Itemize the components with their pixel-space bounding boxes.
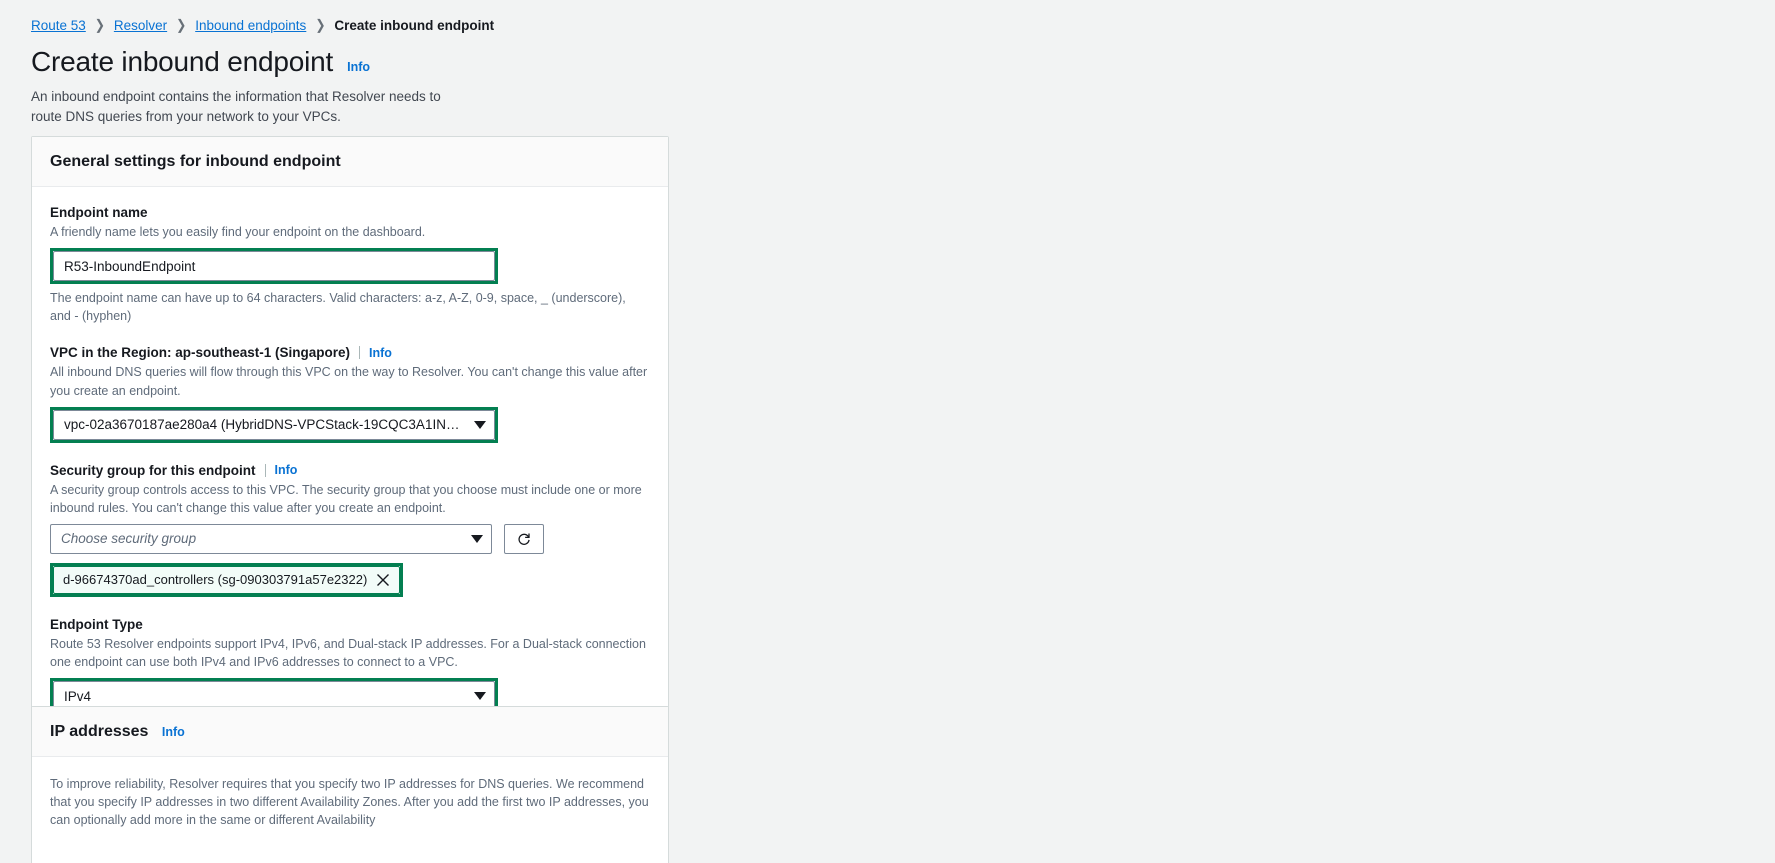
breadcrumb-item-resolver[interactable]: Resolver: [114, 18, 167, 33]
label-separator: [359, 346, 361, 360]
breadcrumb: Route 53 ❯ Resolver ❯ Inbound endpoints …: [0, 0, 1775, 34]
page-header: Create inbound endpoint Info An inbound …: [0, 34, 1775, 126]
endpoint-type-label-row: Endpoint Type: [50, 617, 650, 632]
chevron-down-icon: [471, 534, 483, 543]
chevron-down-icon: [474, 692, 486, 701]
endpoint-type-description: Route 53 Resolver endpoints support IPv4…: [50, 636, 646, 669]
vpc-description: All inbound DNS queries will flow throug…: [50, 365, 648, 398]
security-group-field: Security group for this endpoint Info A …: [50, 463, 650, 597]
breadcrumb-separator-icon: ❯: [176, 16, 187, 34]
ip-addresses-card-header: IP addresses Info: [32, 707, 668, 757]
general-settings-card-header: General settings for inbound endpoint: [32, 137, 668, 187]
breadcrumb-separator-icon: ❯: [315, 16, 326, 34]
create-inbound-endpoint-page: Route 53 ❯ Resolver ❯ Inbound endpoints …: [0, 0, 1775, 863]
endpoint-name-highlight: R53-InboundEndpoint: [50, 248, 498, 285]
vpc-field: VPC in the Region: ap-southeast-1 (Singa…: [50, 345, 650, 443]
security-group-refresh-button[interactable]: [504, 523, 544, 554]
endpoint-name-constraint: The endpoint name can have up to 64 char…: [50, 291, 626, 324]
security-group-description: A security group controls access to this…: [50, 482, 642, 515]
chevron-down-icon: [474, 420, 486, 429]
security-group-token[interactable]: d-96674370ad_controllers (sg-090303791a5…: [53, 565, 401, 594]
breadcrumb-item-inbound-endpoints[interactable]: Inbound endpoints: [195, 18, 306, 33]
breadcrumb-item-route-53[interactable]: Route 53: [31, 18, 86, 33]
ip-addresses-info-link[interactable]: Info: [162, 725, 185, 739]
endpoint-name-input[interactable]: R53-InboundEndpoint: [53, 251, 495, 282]
vpc-highlight: vpc-02a3670187ae280a4 (HybridDNS-VPCStac…: [50, 406, 498, 443]
page-title-info-link[interactable]: Info: [347, 60, 370, 74]
page-description: An inbound endpoint contains the informa…: [31, 89, 441, 124]
security-group-select-placeholder: Choose security group: [61, 531, 197, 547]
ip-addresses-card: IP addresses Info To improve reliability…: [31, 706, 669, 863]
security-group-info-link[interactable]: Info: [275, 463, 298, 477]
label-separator: [264, 463, 266, 477]
close-icon[interactable]: [376, 573, 390, 587]
endpoint-name-label: Endpoint name: [50, 205, 148, 220]
security-group-label: Security group for this endpoint: [50, 462, 256, 478]
vpc-select-value: vpc-02a3670187ae280a4 (HybridDNS-VPCStac…: [64, 417, 466, 433]
security-group-token-highlight: d-96674370ad_controllers (sg-090303791a5…: [50, 562, 404, 597]
endpoint-type-field: Endpoint Type Route 53 Resolver endpoint…: [50, 617, 650, 715]
ip-addresses-title: IP addresses: [50, 723, 149, 740]
breadcrumb-separator-icon: ❯: [94, 16, 105, 34]
vpc-select[interactable]: vpc-02a3670187ae280a4 (HybridDNS-VPCStac…: [53, 409, 495, 440]
page-title-row: Create inbound endpoint Info: [31, 46, 1775, 78]
security-group-label-row: Security group for this endpoint Info: [50, 463, 650, 478]
general-settings-title: General settings for inbound endpoint: [50, 153, 341, 170]
security-group-control-row: Choose security group: [50, 523, 650, 554]
ip-addresses-description: To improve reliability, Resolver require…: [50, 777, 649, 828]
vpc-label-row: VPC in the Region: ap-southeast-1 (Singa…: [50, 345, 650, 360]
ip-addresses-card-body: To improve reliability, Resolver require…: [32, 757, 668, 849]
endpoint-type-select-value: IPv4: [64, 688, 92, 704]
endpoint-name-label-row: Endpoint name: [50, 205, 650, 220]
vpc-info-link[interactable]: Info: [369, 346, 392, 360]
vpc-label: VPC in the Region: ap-southeast-1 (Singa…: [50, 345, 351, 361]
vpc-control-row: vpc-02a3670187ae280a4 (HybridDNS-VPCStac…: [50, 406, 650, 443]
endpoint-name-field: Endpoint name A friendly name lets you e…: [50, 205, 650, 325]
endpoint-name-control-row: R53-InboundEndpoint: [50, 248, 650, 285]
breadcrumb-item-current: Create inbound endpoint: [334, 17, 495, 33]
page-title: Create inbound endpoint: [31, 46, 334, 77]
security-group-select[interactable]: Choose security group: [50, 523, 492, 554]
endpoint-type-label: Endpoint Type: [50, 616, 143, 632]
endpoint-name-description: A friendly name lets you easily find you…: [50, 225, 426, 239]
refresh-icon: [518, 533, 530, 545]
